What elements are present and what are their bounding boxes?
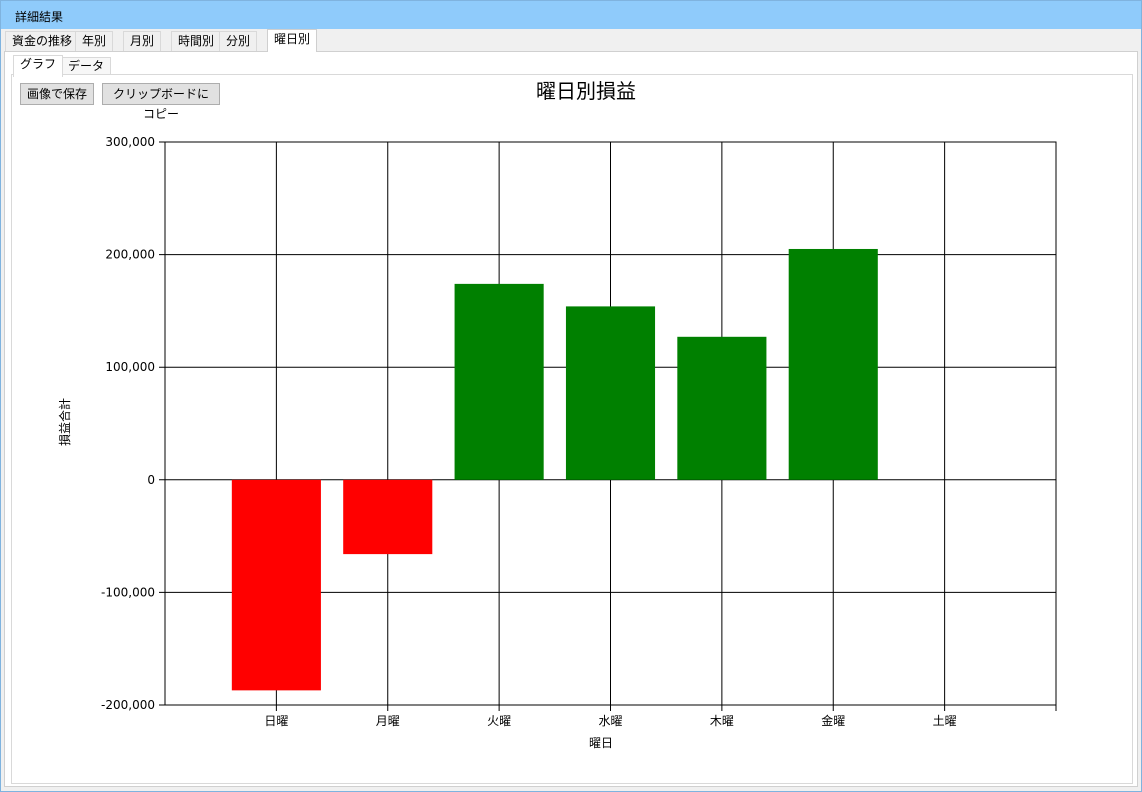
bar-日曜 — [231, 479, 321, 691]
subtab-graph[interactable]: グラフ — [13, 55, 64, 77]
chart-title: 曜日別損益 — [536, 79, 636, 103]
title-bar[interactable]: 詳細結果 — [1, 1, 1141, 29]
x-tick-label: 火曜 — [487, 714, 511, 728]
graph-panel: 画像で保存 クリップボードにコピー 曜日別損益 300,000 200,000 10… — [11, 74, 1133, 784]
tab-content: グラフ データ 画像で保存 クリップボードにコピー 曜日別損益 300,000 2… — [4, 51, 1138, 787]
x-tick-label: 月曜 — [376, 714, 400, 728]
bar-月曜 — [343, 479, 433, 555]
bar-木曜 — [677, 336, 767, 480]
bar-火曜 — [454, 283, 544, 480]
weekday-pl-chart: 曜日別損益 300,000 200,000 100,000 0 -100,000 -200… — [57, 79, 1057, 750]
window-title: 詳細結果 — [15, 10, 64, 24]
x-tick-label: 日曜 — [264, 714, 288, 728]
y-tick-label: 100,000 — [105, 360, 155, 374]
y-tick-label: 300,000 — [105, 135, 155, 149]
tab-fund-history[interactable]: 資金の推移 — [5, 31, 80, 52]
main-window: 詳細結果 資金の推移 年別 月別 時間別 分別 曜日別 グラフ データ 画像で保… — [0, 0, 1142, 792]
tab-minutely[interactable]: 分別 — [219, 31, 258, 52]
x-tick-label: 金曜 — [821, 713, 845, 728]
tab-hourly[interactable]: 時間別 — [171, 31, 222, 52]
x-tick-label: 木曜 — [710, 714, 734, 728]
tab-yearly[interactable]: 年別 — [75, 31, 114, 52]
bar-金曜 — [788, 248, 878, 480]
x-axis-label: 曜日 — [589, 736, 613, 750]
y-tick-label: 200,000 — [105, 248, 155, 262]
bar-水曜 — [565, 306, 656, 480]
tab-strip: 資金の推移 年別 月別 時間別 分別 曜日別 — [1, 29, 1141, 52]
y-tick-label: -200,000 — [101, 698, 155, 712]
y-axis-label: 損益合計 — [57, 398, 72, 446]
x-tick-label: 水曜 — [598, 714, 622, 728]
x-tick-label: 土曜 — [933, 714, 957, 728]
tab-monthly[interactable]: 月別 — [123, 31, 162, 52]
tab-weekday[interactable]: 曜日別 — [267, 29, 318, 52]
y-tick-label: -100,000 — [101, 585, 155, 599]
y-tick-label: 0 — [147, 473, 155, 487]
subtab-strip: グラフ データ — [13, 54, 1133, 77]
